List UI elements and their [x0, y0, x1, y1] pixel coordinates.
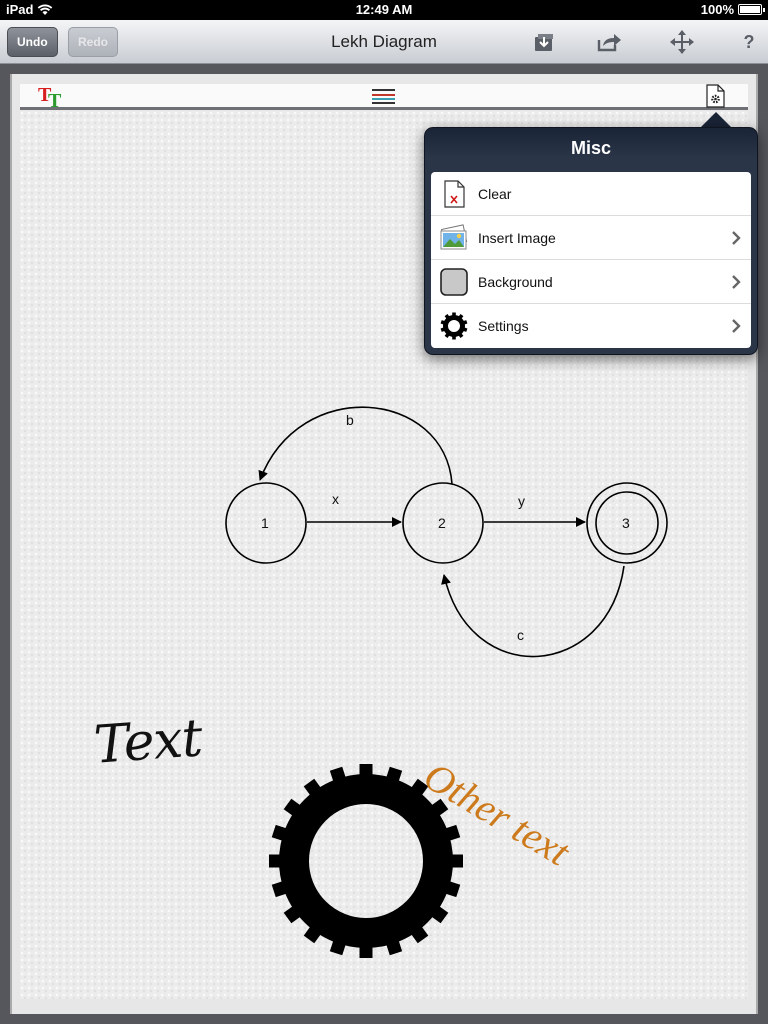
node-label-1: 1 [261, 515, 269, 531]
chevron-right-icon [732, 319, 741, 333]
node-label-2: 2 [438, 515, 446, 531]
popover-arrow [700, 112, 732, 128]
insert-image-icon [440, 224, 468, 250]
node-label-3: 3 [622, 515, 630, 531]
menu-item-clear[interactable]: Clear [431, 172, 751, 216]
menu-label-background: Background [478, 274, 553, 290]
edge-3-2[interactable] [441, 565, 625, 658]
popover-title: Misc [570, 138, 612, 158]
clear-document-icon [444, 180, 465, 208]
edge-label-y: y [518, 493, 525, 509]
menu-label-clear: Clear [478, 186, 512, 202]
background-swatch-icon [440, 268, 468, 296]
edge-label-b: b [346, 412, 354, 428]
menu-item-insert-image[interactable]: Insert Image [431, 216, 751, 260]
menu-item-background[interactable]: Background [431, 260, 751, 304]
gear-icon [440, 312, 468, 340]
edge-label-c: c [517, 627, 524, 643]
edge-2-1[interactable] [258, 406, 453, 485]
popover-menu: Clear Insert Image Background Settings [431, 172, 751, 348]
chevron-right-icon [732, 231, 741, 245]
chevron-right-icon [732, 275, 741, 289]
misc-popover: Misc Clear Insert Image Background Setti… [424, 127, 758, 355]
edge-label-x: x [332, 491, 339, 507]
menu-label-insert-image: Insert Image [478, 230, 556, 246]
menu-label-settings: Settings [478, 318, 529, 334]
menu-item-settings[interactable]: Settings [431, 304, 751, 348]
text-shape-black[interactable]: Text [92, 708, 204, 775]
